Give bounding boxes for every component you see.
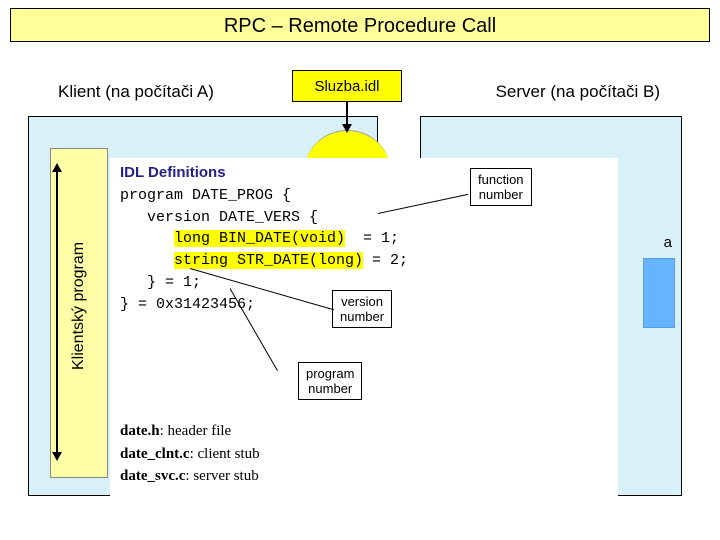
generated-files-list: date.h: header file date_clnt.c: client … xyxy=(120,420,260,488)
client-label: Klient (na počítači A) xyxy=(58,82,214,102)
server-label: Server (na počítači B) xyxy=(496,82,660,102)
page-title: RPC – Remote Procedure Call xyxy=(10,8,710,42)
callout-program-number: program number xyxy=(298,362,362,400)
callout-function-number: function number xyxy=(470,168,532,206)
idl-file-box: Sluzba.idl xyxy=(292,70,402,102)
client-timeline xyxy=(56,172,58,452)
server-blue-strip xyxy=(643,258,675,328)
callout-version-number: version number xyxy=(332,290,392,328)
letter-a: a xyxy=(664,234,672,251)
client-program-label: Klientský program xyxy=(60,72,78,200)
